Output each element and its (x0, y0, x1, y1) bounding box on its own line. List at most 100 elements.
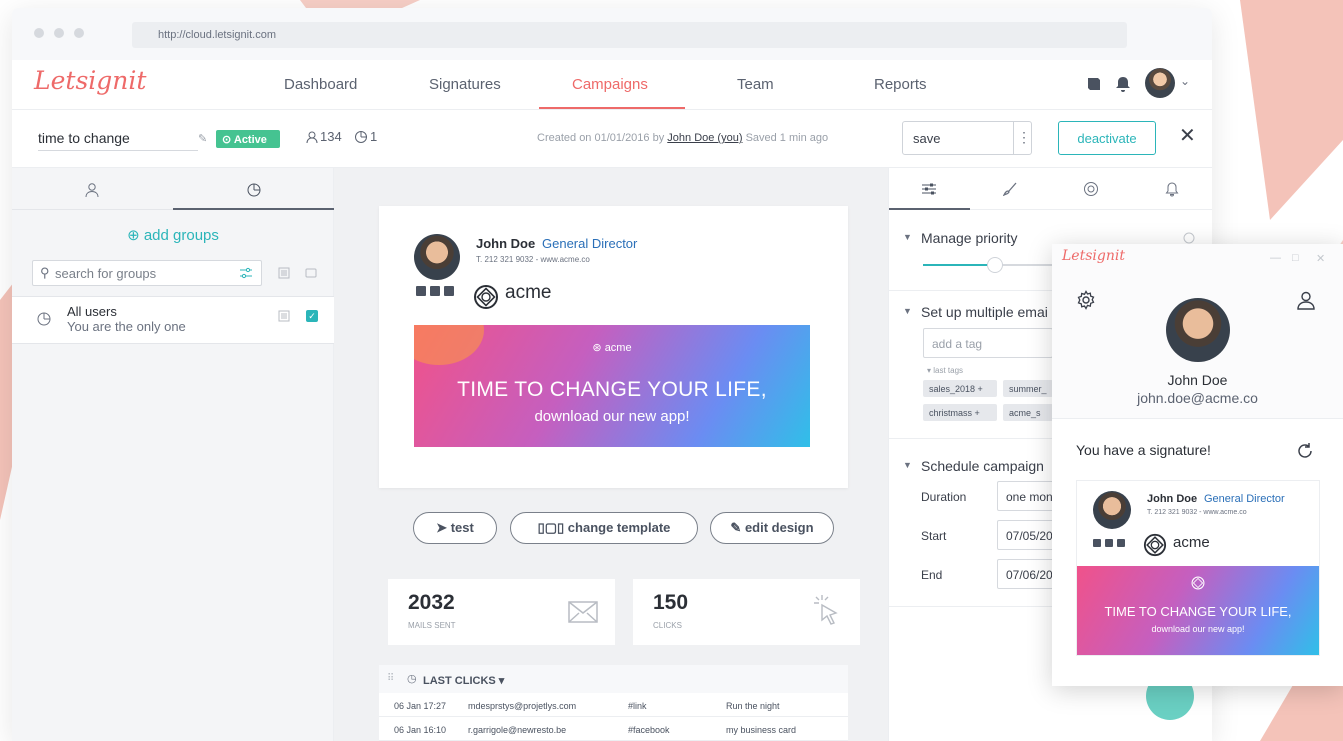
last-tags-text: last tags (933, 366, 964, 375)
collapse-icon[interactable]: ▼ (903, 232, 912, 242)
list-view-icon[interactable] (278, 267, 290, 279)
user-avatar[interactable] (1145, 68, 1175, 98)
group-search-input[interactable]: ⚲ search for groups (32, 260, 262, 286)
search-placeholder: search for groups (55, 266, 157, 281)
banner-brand-text: acme (604, 342, 632, 354)
window-close-dot[interactable] (34, 28, 44, 38)
nav-team[interactable]: Team (737, 76, 774, 93)
created-by-link[interactable]: John Doe (you) (667, 132, 742, 144)
tag-input[interactable]: add a tag (923, 328, 1053, 358)
manage-priority-title[interactable]: Manage priority (921, 230, 1018, 246)
signature-preview-area: John Doe General Director T. 212 321 903… (334, 168, 888, 741)
avatar (1166, 298, 1230, 362)
filter-icon[interactable] (239, 267, 253, 279)
tag-chip[interactable]: sales_2018 + (923, 380, 997, 397)
outlook-addin-popup: Letsignit — □ ✕ John Doe john.doe@acme.c… (1052, 244, 1343, 686)
refresh-icon[interactable] (1296, 442, 1314, 460)
settings-sliders-icon[interactable] (921, 182, 937, 196)
end-label: End (921, 568, 943, 582)
nav-reports[interactable]: Reports (874, 76, 927, 93)
tag-chip[interactable]: christmass + (923, 404, 997, 421)
change-template-button[interactable]: ▯▢▯ change template (510, 512, 698, 544)
drag-handle-icon[interactable]: ⠿ (387, 673, 394, 684)
notification-icon[interactable] (1165, 181, 1179, 197)
collapse-icon[interactable]: ▼ (903, 306, 912, 316)
groups-count: 1 (370, 129, 378, 144)
clicks-card: 150 CLICKS (633, 579, 860, 645)
list-item[interactable]: All users You are the only one ✓ (12, 296, 334, 344)
nav-dashboard[interactable]: Dashboard (284, 76, 357, 93)
url-text: http://cloud.letsignit.com (158, 29, 277, 41)
campaign-name-input[interactable]: time to change (38, 130, 198, 151)
deactivate-button[interactable]: deactivate (1058, 121, 1156, 155)
sidebar-tabs (12, 168, 334, 210)
duration-select[interactable]: one mon (997, 481, 1057, 511)
table-row[interactable]: 06 Jan 17:27 mdesprstys@projetlys.com #l… (379, 693, 848, 717)
test-label: test (450, 520, 474, 535)
chevron-down-icon[interactable]: ⌄ (1180, 74, 1190, 88)
popup-profile-area: Letsignit — □ ✕ John Doe john.doe@acme.c… (1052, 244, 1343, 419)
campaign-banner[interactable]: ⊛ acme TIME TO CHANGE YOUR LIFE, downloa… (414, 325, 810, 447)
schedule-title[interactable]: Schedule campaign (921, 458, 1044, 474)
start-date-input[interactable]: 07/05/20 (997, 520, 1057, 550)
status-badge: ⊙ Active (216, 130, 280, 148)
test-button[interactable]: ➤ test (413, 512, 497, 544)
maximize-icon[interactable]: □ (1292, 252, 1299, 264)
user-icon[interactable] (1296, 290, 1316, 310)
collapse-icon[interactable]: ▼ (903, 460, 912, 470)
tag-chip[interactable]: acme_s (1003, 404, 1053, 421)
tag-chip[interactable]: summer_ (1003, 380, 1053, 397)
change-template-label: change template (567, 520, 671, 535)
app-logo[interactable]: Letsignit (34, 66, 146, 95)
window-minimize-dot[interactable] (54, 28, 64, 38)
gear-icon[interactable] (1076, 290, 1096, 310)
add-groups-button[interactable]: ⊕ add groups (12, 226, 334, 244)
multiple-emails-title[interactable]: Set up multiple emai (921, 304, 1048, 320)
save-menu-icon[interactable]: ⋮ (1017, 129, 1031, 146)
signature-name: John Doe (476, 236, 536, 251)
signature-status-text: You have a signature! (1076, 442, 1211, 458)
clicks-label: CLICKS (653, 621, 682, 630)
at-icon[interactable] (1083, 181, 1099, 197)
book-icon[interactable] (1084, 74, 1104, 94)
banner-brand: ⊛ acme (592, 342, 632, 354)
envelope-icon (568, 601, 598, 623)
brush-icon[interactable] (1003, 182, 1017, 196)
url-bar[interactable]: http://cloud.letsignit.com (132, 22, 1127, 48)
click-label: Run the night (726, 701, 780, 711)
settings-tabs (889, 168, 1212, 210)
bell-icon[interactable] (1113, 74, 1133, 94)
group-details-icon[interactable] (278, 310, 290, 322)
group-checkbox[interactable]: ✓ (306, 310, 318, 322)
nav-campaigns[interactable]: Campaigns (572, 76, 648, 93)
user-tab-icon[interactable] (84, 182, 100, 198)
window-maximize-dot[interactable] (74, 28, 84, 38)
mails-sent-card: 2032 MAILS SENT (388, 579, 615, 645)
signature-name: John Doe (1147, 493, 1198, 505)
close-icon[interactable]: ✕ (1179, 123, 1196, 148)
campaign-banner[interactable]: TIME TO CHANGE YOUR LIFE, download our n… (1077, 566, 1319, 655)
save-button[interactable]: save (913, 131, 940, 146)
last-tags-label[interactable]: ▾ last tags (927, 366, 963, 375)
card-view-icon[interactable] (305, 268, 317, 278)
main-nav: Letsignit Dashboard Signatures Campaigns… (12, 60, 1212, 110)
edit-design-button[interactable]: ✎ edit design (710, 512, 834, 544)
avatar (1093, 491, 1131, 529)
nav-signatures[interactable]: Signatures (429, 76, 501, 93)
close-icon[interactable]: ✕ (1316, 252, 1325, 265)
pie-tab-icon[interactable] (246, 182, 262, 198)
linkedin-icon (430, 286, 440, 296)
window-controls (34, 28, 84, 38)
last-clicks-title[interactable]: LAST CLICKS ▾ (423, 674, 504, 687)
info-icon[interactable] (1183, 232, 1195, 244)
signature-card: John Doe General Director T. 212 321 903… (379, 206, 848, 488)
linkedin-icon (1105, 539, 1113, 547)
campaign-toolbar: time to change ✎ ⊙ Active 134 1 Created … (12, 110, 1212, 168)
end-date-input[interactable]: 07/06/20 (997, 559, 1057, 589)
priority-slider[interactable] (923, 257, 1053, 273)
facebook-icon (416, 286, 426, 296)
edit-name-icon[interactable]: ✎ (198, 132, 207, 145)
priority-slider-handle[interactable] (986, 257, 1003, 273)
minimize-icon[interactable]: — (1270, 252, 1281, 264)
table-row[interactable]: 06 Jan 16:10 r.garrigole@newresto.be #fa… (379, 717, 848, 741)
